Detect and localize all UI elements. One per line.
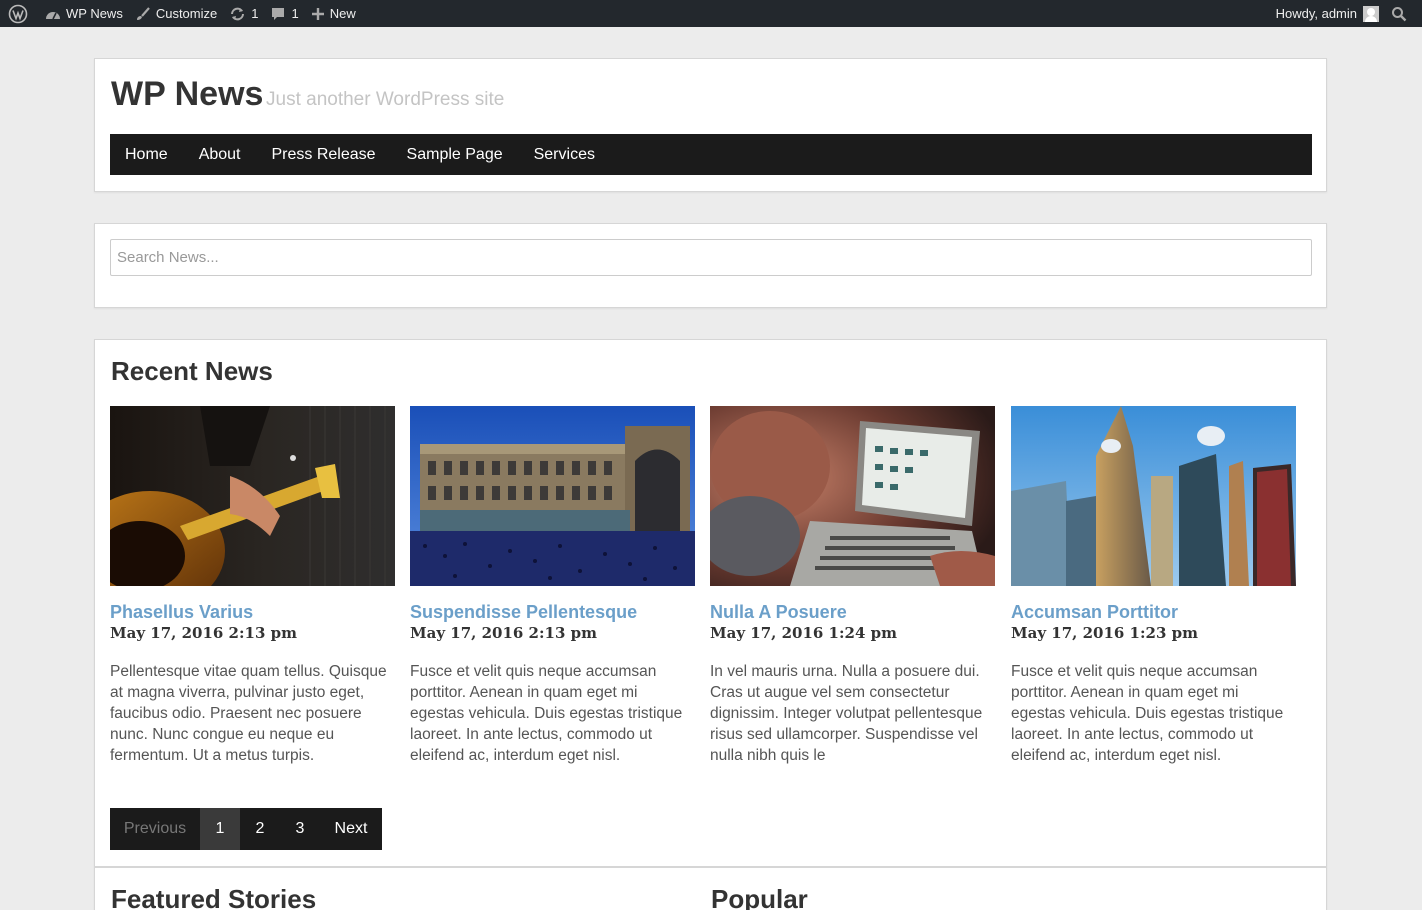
new-label: New (329, 6, 356, 21)
post-date: May 17, 2016 1:23 pm (1011, 624, 1198, 642)
post-title[interactable]: Accumsan Porttitor (1011, 602, 1296, 623)
next-page-button[interactable]: Next (320, 808, 382, 850)
recent-news-panel: Recent News Phasellus Varius May 17, 201… (94, 339, 1327, 867)
post-title[interactable]: Phasellus Varius (110, 602, 395, 623)
greeting-label: Howdy, admin (1275, 6, 1357, 21)
wordpress-icon (8, 4, 28, 24)
nav-item-press-release[interactable]: Press Release (272, 146, 376, 164)
post-date: May 17, 2016 1:24 pm (710, 624, 897, 642)
comments-link[interactable]: 1 (264, 0, 304, 27)
admin-bar: WP News Customize 1 1 New Howdy, admin (0, 0, 1422, 27)
customize-link[interactable]: Customize (129, 0, 223, 27)
comments-count: 1 (291, 6, 299, 21)
bottom-panel: Featured Stories Popular (94, 867, 1327, 910)
nav-item-about[interactable]: About (199, 146, 241, 164)
laptop-photo[interactable] (710, 406, 995, 586)
guitar-photo[interactable] (110, 406, 395, 586)
post-title[interactable]: Nulla A Posuere (710, 602, 995, 623)
comment-icon (270, 6, 286, 22)
avatar (1363, 5, 1379, 22)
news-card: Accumsan Porttitor May 17, 2016 1:23 pm … (1011, 406, 1296, 766)
main-navigation: Home About Press Release Sample Page Ser… (110, 134, 1312, 175)
page-2-button[interactable]: 2 (240, 808, 280, 850)
customize-label: Customize (155, 6, 218, 21)
post-date: May 17, 2016 2:13 pm (110, 624, 297, 642)
dashboard-icon (45, 7, 61, 21)
my-account-link[interactable]: Howdy, admin (1270, 0, 1385, 27)
nav-item-services[interactable]: Services (534, 146, 595, 164)
search-icon (1391, 6, 1407, 22)
site-header: WP News Just another WordPress site Home… (94, 58, 1327, 192)
section-title: Recent News (111, 356, 273, 386)
nav-item-home[interactable]: Home (125, 146, 168, 164)
nav-item-sample-page[interactable]: Sample Page (407, 146, 503, 164)
popular-title: Popular (711, 884, 808, 910)
site-name-link[interactable]: WP News (39, 0, 129, 27)
post-excerpt: Fusce et velit quis neque accumsan portt… (410, 663, 683, 764)
search-panel (94, 223, 1327, 308)
site-title[interactable]: WP News (111, 75, 263, 114)
plaza-photo[interactable] (410, 406, 695, 586)
featured-stories-title: Featured Stories (111, 884, 317, 910)
news-card: Suspendisse Pellentesque May 17, 2016 2:… (410, 406, 695, 766)
brush-icon (135, 6, 151, 22)
wordpress-logo-button[interactable] (2, 0, 39, 27)
site-tagline: Just another WordPress site (266, 89, 505, 110)
post-date: May 17, 2016 2:13 pm (410, 624, 597, 642)
page-3-button[interactable]: 3 (280, 808, 320, 850)
updates-icon (229, 6, 246, 22)
new-content-link[interactable]: New (305, 0, 362, 27)
updates-link[interactable]: 1 (223, 0, 264, 27)
site-name-label: WP News (66, 6, 123, 21)
plus-icon (311, 7, 325, 21)
page-1-button[interactable]: 1 (200, 808, 240, 850)
post-excerpt: Fusce et velit quis neque accumsan portt… (1011, 663, 1284, 764)
pagination: Previous 1 2 3 Next (110, 808, 382, 850)
previous-page-button[interactable]: Previous (110, 808, 200, 850)
updates-count: 1 (251, 6, 259, 21)
post-excerpt: In vel mauris urna. Nulla a posuere dui.… (710, 663, 983, 764)
search-input[interactable] (110, 239, 1312, 276)
news-card: Phasellus Varius May 17, 2016 2:13 pm Pe… (110, 406, 395, 766)
post-excerpt: Pellentesque vitae quam tellus. Quisque … (110, 663, 387, 764)
post-title[interactable]: Suspendisse Pellentesque (410, 602, 695, 623)
news-card: Nulla A Posuere May 17, 2016 1:24 pm In … (710, 406, 995, 766)
skyscrapers-photo[interactable] (1011, 406, 1296, 586)
admin-search-button[interactable] (1385, 0, 1418, 27)
